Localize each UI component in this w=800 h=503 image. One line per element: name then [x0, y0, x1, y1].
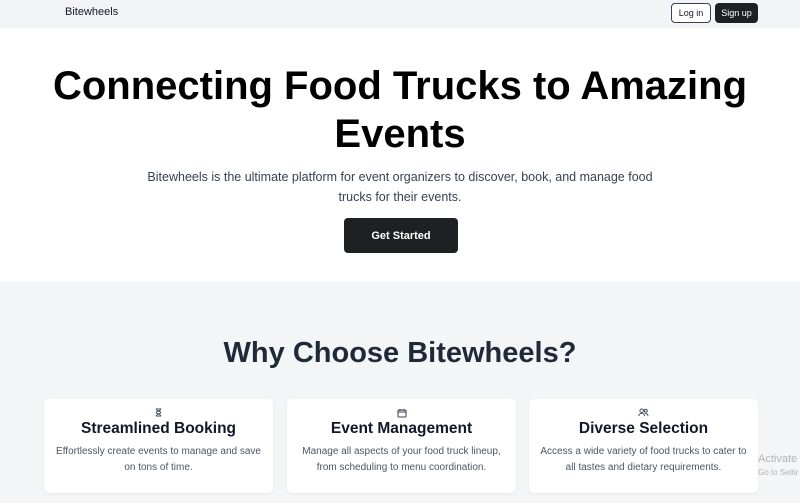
- watermark-line2: Go to Settir: [758, 468, 799, 477]
- feature-card-management: Event Management Manage all aspects of y…: [287, 399, 516, 493]
- hero-section: Connecting Food Trucks to Amazing Events…: [0, 28, 800, 281]
- calendar-icon: [397, 409, 406, 418]
- feature-card-text: Manage all aspects of your food truck li…: [302, 446, 501, 473]
- activation-watermark: Activate Go to Settir: [758, 452, 798, 480]
- get-started-button[interactable]: Get Started: [344, 218, 458, 253]
- feature-card-title: Diverse Selection: [578, 420, 709, 437]
- signup-button[interactable]: Sign up: [715, 3, 758, 23]
- feature-card-booking: Streamlined Booking Effortlessly create …: [44, 399, 273, 493]
- hero-title: Connecting Food Trucks to Amazing Events: [52, 64, 748, 156]
- hero-subtitle: Bitewheels is the ultimate platform for …: [147, 170, 653, 204]
- watermark-line1: Activate: [758, 453, 798, 465]
- navbar: Bitewheels Log in Sign up: [0, 0, 800, 28]
- hourglass-icon: [155, 408, 162, 417]
- features-title: Why Choose Bitewheels?: [223, 337, 577, 369]
- brand-logo-text[interactable]: Bitewheels: [65, 6, 118, 18]
- features-section: Why Choose Bitewheels? Streamlined Booki…: [0, 281, 800, 503]
- feature-card-selection: Diverse Selection Access a wide variety …: [529, 399, 758, 493]
- login-button[interactable]: Log in: [671, 3, 711, 23]
- feature-card-title: Event Management: [330, 420, 473, 437]
- users-icon: [638, 408, 649, 417]
- feature-card-text: Effortlessly create events to manage and…: [56, 446, 261, 473]
- feature-card-title: Streamlined Booking: [80, 420, 237, 437]
- feature-card-text: Access a wide variety of food trucks to …: [540, 446, 747, 473]
